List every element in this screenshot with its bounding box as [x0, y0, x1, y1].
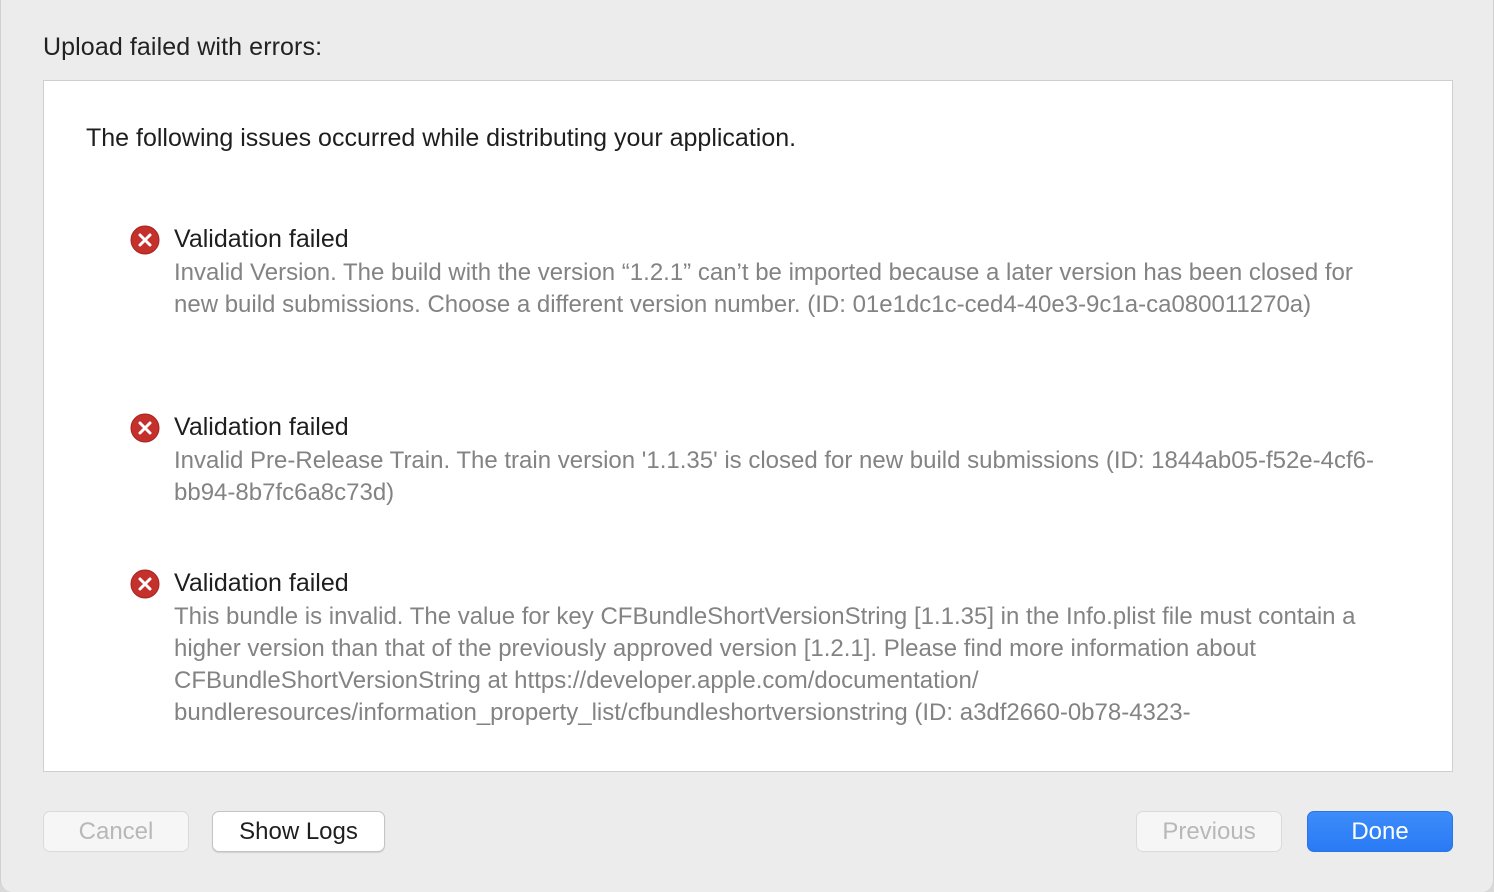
upload-failed-dialog: Upload failed with errors: The following… [0, 0, 1494, 892]
previous-button[interactable]: Previous [1136, 811, 1282, 852]
issue-title: Validation failed [174, 413, 349, 441]
error-icon [130, 413, 160, 443]
issues-intro: The following issues occurred while dist… [86, 124, 797, 152]
issues-panel[interactable]: The following issues occurred while dist… [43, 80, 1453, 772]
issue-detail: Invalid Pre-Release Train. The train ver… [174, 447, 1374, 506]
issue-title: Validation failed [174, 569, 349, 597]
issue-detail: Invalid Version. The build with the vers… [174, 259, 1353, 318]
dialog-title: Upload failed with errors: [43, 33, 323, 61]
done-button[interactable]: Done [1307, 811, 1453, 852]
error-icon [130, 569, 160, 599]
issue-detail: This bundle is invalid. The value for ke… [174, 603, 1356, 726]
show-logs-button[interactable]: Show Logs [212, 811, 385, 852]
error-icon [130, 225, 160, 255]
issue-title: Validation failed [174, 225, 349, 253]
cancel-button[interactable]: Cancel [43, 811, 189, 852]
